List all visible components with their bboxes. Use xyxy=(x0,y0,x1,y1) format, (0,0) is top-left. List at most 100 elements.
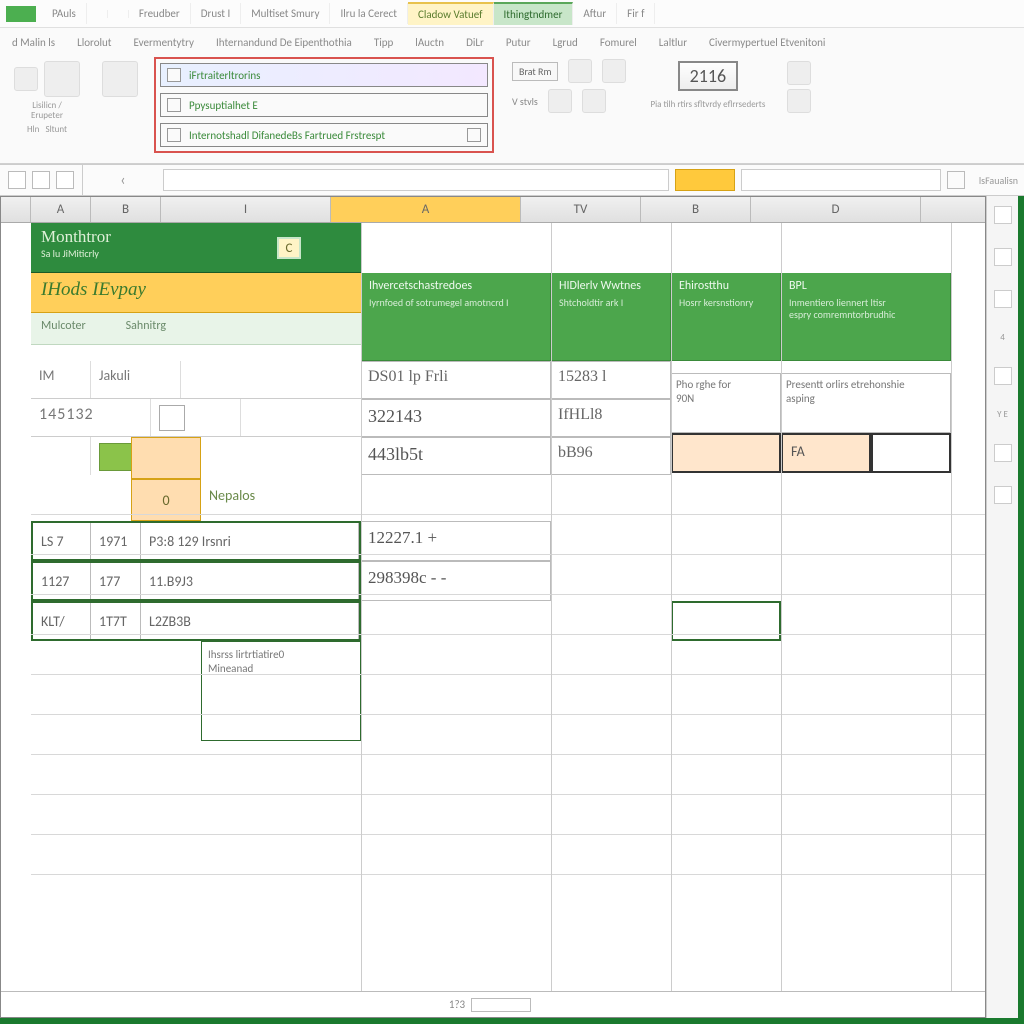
rmenu-6[interactable]: DiLr xyxy=(466,36,484,49)
data-row-2[interactable]: 1127 177 11.B9J3 xyxy=(31,561,361,601)
colhdr-B2[interactable]: B xyxy=(641,197,751,222)
spreadsheet[interactable]: A B I A TV B D Monthtror Sa lu JiMiticrl… xyxy=(0,196,986,1018)
cell-h-input[interactable]: FA xyxy=(781,433,871,473)
rmenu-9[interactable]: Fomurel xyxy=(600,36,637,49)
rmenu-8[interactable]: Lgrud xyxy=(553,36,578,49)
dr1c1[interactable]: LS 7 xyxy=(33,523,91,559)
data-row-3[interactable]: KLT/ 1T7T L2ZB3B xyxy=(31,601,361,641)
dr3c1[interactable]: KLT/ xyxy=(33,603,91,639)
cell-h-note[interactable]: Presentt orlirs etrehonshie asping xyxy=(781,373,951,433)
rmenu-10[interactable]: Laltlur xyxy=(659,36,687,49)
rmenu-0[interactable]: d Malin ls xyxy=(12,36,55,49)
side-icon-6[interactable] xyxy=(994,486,1012,504)
ribbon-panel-line2[interactable]: Ppysuptialhet E xyxy=(160,93,488,117)
colhdr-TV[interactable]: TV xyxy=(521,197,641,222)
data-row-1[interactable]: LS 7 1971 P3:8 129 Irsnri xyxy=(31,521,361,561)
colhdr-B[interactable]: B xyxy=(91,197,161,222)
leftover-note-box[interactable]: Ihsrss lirtrtiatire0 Mineanad xyxy=(201,641,361,741)
fx-highlight[interactable] xyxy=(675,169,735,191)
ribbon-mid-icon1[interactable] xyxy=(568,59,592,83)
cell-e-4[interactable]: 12227.1 + xyxy=(361,521,551,561)
tab-6[interactable]: Ilru la Cerect xyxy=(330,3,408,24)
nb-icon-2[interactable] xyxy=(32,171,50,189)
rmenu-3[interactable]: Ihternandund De Eipenthothia xyxy=(216,36,352,49)
cell-f-1[interactable]: 15283 l xyxy=(551,361,671,399)
tab-9[interactable]: Aftur xyxy=(573,3,617,24)
tab-10[interactable]: Fir f xyxy=(617,3,655,24)
ribbon-panel-line1[interactable]: iFrtraiterltrorins xyxy=(160,63,488,87)
rmenu-7[interactable]: Putur xyxy=(506,36,531,49)
tab-1[interactable] xyxy=(87,10,108,18)
grid-body[interactable]: Monthtror Sa lu JiMiticrly C IHods IEvpa… xyxy=(1,223,985,991)
lr3c1[interactable] xyxy=(31,437,91,475)
lr1c2[interactable]: Jakuli xyxy=(91,361,181,398)
orange-chip-b[interactable] xyxy=(131,437,201,479)
select-all-corner[interactable] xyxy=(1,197,31,222)
ribbon-mid-icon4[interactable] xyxy=(582,89,606,113)
lr1c1[interactable]: IM xyxy=(31,361,91,398)
side-icon-2[interactable] xyxy=(994,248,1012,266)
left-row-2[interactable]: 145132 xyxy=(31,399,361,437)
tab-5[interactable]: Multiset Smury xyxy=(241,3,330,24)
side-icon-5[interactable] xyxy=(994,444,1012,462)
cell-e-3[interactable]: 443lb5t xyxy=(361,437,551,475)
cell-e-2[interactable]: 322143 xyxy=(361,399,551,437)
colhdr-A[interactable]: A xyxy=(31,197,91,222)
name-box[interactable] xyxy=(0,165,83,195)
side-icon-3[interactable] xyxy=(994,290,1012,308)
dr2c1[interactable]: 1127 xyxy=(33,563,91,599)
colhdr-I[interactable]: I xyxy=(161,197,331,222)
ribbon-number-box[interactable]: 2116 xyxy=(678,61,739,91)
rmenu-2[interactable]: Evermentytry xyxy=(134,36,195,49)
side-icon-1[interactable] xyxy=(994,206,1012,224)
lr2c2[interactable] xyxy=(151,399,241,436)
lr2-checkbox[interactable] xyxy=(159,405,185,431)
ribbon-mid-icon3[interactable] xyxy=(548,89,572,113)
orange-chip-c[interactable]: 0 xyxy=(131,479,201,521)
cell-g-empty[interactable] xyxy=(671,601,781,641)
tab-4[interactable]: Drust I xyxy=(191,3,242,24)
left-row-1[interactable]: IM Jakuli xyxy=(31,361,361,399)
ribbon-panel-line3[interactable]: Internotshadl DifanedeBs Fartrued Frstre… xyxy=(160,123,488,147)
paste-icon[interactable] xyxy=(44,61,80,97)
formula-input[interactable] xyxy=(163,169,669,191)
rmenu-1[interactable]: Llorolut xyxy=(77,36,111,49)
dr1c3[interactable]: P3:8 129 Irsnri xyxy=(141,523,359,559)
clipboard-icon[interactable] xyxy=(102,61,138,97)
dr3c2[interactable]: 1T7T xyxy=(91,603,141,639)
ribbon-mid-btn1[interactable]: Brat Rm xyxy=(512,62,558,81)
colhdr-D[interactable]: D xyxy=(751,197,921,222)
colhdr-A2[interactable]: A xyxy=(331,197,521,222)
fx-secondary-input[interactable] xyxy=(741,169,941,191)
nb-icon-3[interactable] xyxy=(56,171,74,189)
cell-g-note[interactable]: Pho rghe for 90N xyxy=(671,373,781,433)
rmenu-4[interactable]: Tipp xyxy=(374,36,393,49)
cell-f-2[interactable]: IfHLl8 xyxy=(551,399,671,437)
side-icon-4[interactable] xyxy=(994,367,1012,385)
nb-icon-1[interactable] xyxy=(8,171,26,189)
cell-h-input-2[interactable] xyxy=(871,433,951,473)
dr2c3[interactable]: 11.B9J3 xyxy=(141,563,359,599)
cell-f-3[interactable]: bB96 xyxy=(551,437,671,475)
cell-e-1[interactable]: DS01 lp Frli xyxy=(361,361,551,399)
cell-e-5[interactable]: 298398c - - xyxy=(361,561,551,601)
fx-expand-icon[interactable] xyxy=(947,171,965,189)
dr2c2[interactable]: 177 xyxy=(91,563,141,599)
tab-8[interactable]: Ithingtndmer xyxy=(494,2,574,25)
ribbon-mid-icon2[interactable] xyxy=(602,59,626,83)
ribbon-tail-icon2[interactable] xyxy=(787,89,811,113)
cell-g-input[interactable] xyxy=(671,433,781,473)
tab-3[interactable]: Freudber xyxy=(129,3,191,24)
ribbon-tail-icon1[interactable] xyxy=(787,61,811,85)
ribbon-icon-1[interactable] xyxy=(14,67,38,91)
fx-cancel-icon[interactable]: ‹ xyxy=(83,171,163,190)
lr1c3[interactable] xyxy=(181,361,361,398)
lr2c1[interactable]: 145132 xyxy=(31,399,151,436)
status-slider[interactable] xyxy=(471,998,531,1012)
dr3c3[interactable]: L2ZB3B xyxy=(141,603,359,639)
tab-0[interactable]: PAuls xyxy=(42,3,87,24)
tab-2[interactable] xyxy=(108,10,129,18)
rmenu-5[interactable]: lAuctn xyxy=(415,36,444,49)
tab-7[interactable]: Cladow Vatuef xyxy=(408,2,494,25)
dr1c2[interactable]: 1971 xyxy=(91,523,141,559)
